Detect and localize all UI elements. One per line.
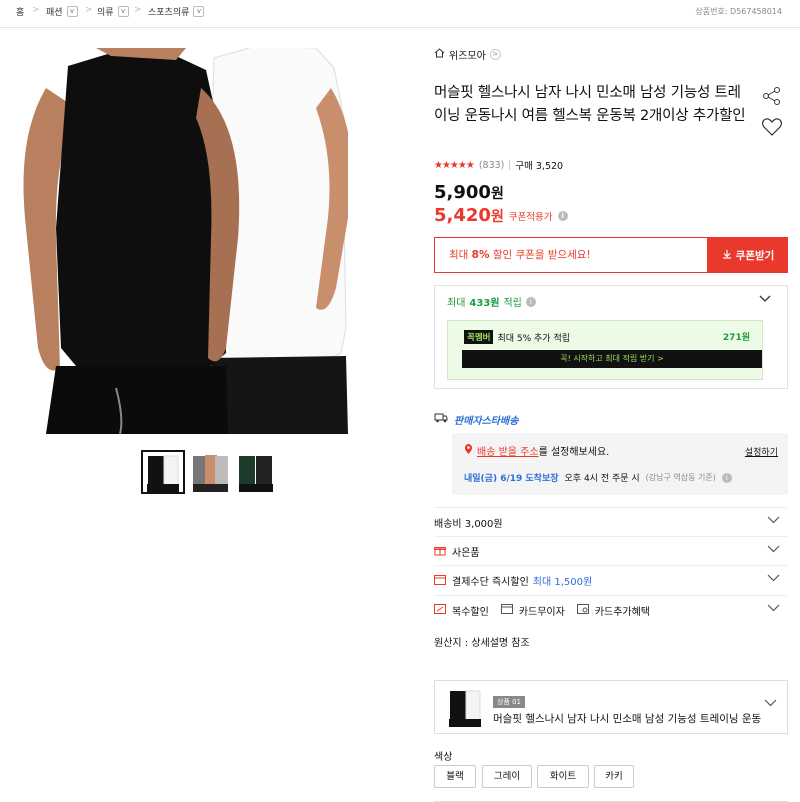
chevron-down-icon[interactable]	[764, 699, 777, 710]
card-icon	[500, 604, 513, 617]
thumbnail-1[interactable]	[141, 450, 185, 494]
gift-icon	[434, 545, 446, 559]
selected-option-box[interactable]: 상품 01 머슬핏 헬스나시 남자 나시 민소매 남성 기능성 트레이닝 운동.…	[434, 680, 788, 734]
benefits-row[interactable]: 복수할인 카드무이자 카드추가혜택	[434, 595, 788, 625]
benefit-multi-discount: 복수할인	[452, 607, 489, 618]
address-link[interactable]: 배송 받을 주소	[477, 447, 539, 458]
thumbnail-3[interactable]	[236, 452, 276, 492]
star-rating-icon: ★★★★★	[434, 159, 475, 171]
breadcrumb-home[interactable]: 홈	[16, 5, 24, 18]
coupon-price-tag: 쿠폰적용가	[508, 211, 553, 223]
benefit-card-extra: 카드추가혜택	[594, 607, 651, 618]
seller-name: 위즈모아	[449, 51, 486, 62]
delivery-guarantee: 내일(금) 6/19 도착보장 오후 4시 전 주문 시 (강남구 역삼동 기준…	[464, 471, 732, 484]
home-icon	[434, 48, 445, 61]
option-badge: 상품 01	[493, 696, 526, 708]
heart-icon[interactable]	[761, 118, 783, 140]
share-icon[interactable]	[762, 86, 782, 110]
color-option-gray[interactable]: 그레이	[482, 765, 532, 788]
thumbnail-2[interactable]	[190, 452, 230, 492]
info-icon[interactable]: i	[721, 472, 732, 483]
divider	[509, 160, 511, 170]
truck-icon	[434, 413, 448, 426]
rating-row: ★★★★★ (833) 구매 3,520	[434, 158, 564, 173]
get-coupon-button[interactable]: 쿠폰받기	[708, 237, 788, 273]
seller-store-link[interactable]: 위즈모아 >	[434, 47, 501, 62]
member-start-button[interactable]: 꼭! 시작하고 최대 적립 받기 >	[462, 350, 762, 368]
original-price: 5,900원	[434, 182, 504, 203]
chevron-down-icon[interactable]: v	[117, 6, 129, 17]
chevron-right-icon: >	[489, 49, 501, 60]
member-amount: 271원	[722, 333, 750, 343]
coupon-banner: 최대 8% 할인 쿠폰을 받으세요!	[434, 237, 708, 273]
chevron-down-icon[interactable]: v	[193, 6, 205, 17]
member-line: 꼭멤버 최대 5% 추가 적립 271원	[464, 330, 750, 344]
color-label: 색상	[434, 752, 453, 763]
calendar-icon	[434, 574, 446, 588]
option-text: 머슬핏 헬스나시 남자 나시 민소매 남성 기능성 트레이닝 운동...	[493, 713, 761, 725]
download-icon	[722, 249, 732, 262]
chevron-down-icon	[767, 516, 780, 527]
payment-discount-row[interactable]: 결제수단 즉시할인 최대 1,500원	[434, 565, 788, 595]
shipping-fee-row[interactable]: 배송비 3,000원	[434, 507, 788, 537]
gift-row[interactable]: 사은품	[434, 536, 788, 566]
product-number: 상품번호: D567458014	[695, 7, 782, 16]
points-panel: 최대 433원 적립 i 꼭멤버 최대 5% 추가 적립 271원 꼭! 시작하고 …	[434, 285, 788, 389]
member-benefit-box: 꼭멤버 최대 5% 추가 적립 271원 꼭! 시작하고 최대 적립 받기 >	[447, 320, 763, 380]
review-count[interactable]: (833)	[479, 160, 505, 171]
coupon-price: 5,420원 쿠폰적용가 i	[434, 205, 568, 226]
card-plus-icon	[576, 604, 589, 617]
info-icon[interactable]: i	[525, 296, 536, 307]
set-address-link[interactable]: 설정하기	[745, 445, 778, 458]
info-icon[interactable]: i	[557, 210, 568, 221]
breadcrumb-item-clothing[interactable]: 의류 v	[97, 5, 129, 18]
purchase-count: 구매 3,520	[515, 161, 564, 172]
option-thumbnail	[445, 687, 485, 727]
points-title: 최대 433원 적립 i	[447, 294, 536, 309]
breadcrumb: 홈 > 패션 v > 의류 v > 스포츠의류 v 상품번호: D567458014	[0, 0, 800, 28]
discount-icon	[434, 604, 446, 617]
breadcrumb-sep: >	[85, 5, 93, 15]
chevron-down-icon	[767, 574, 780, 585]
breadcrumb-sep: >	[134, 5, 142, 15]
product-main-image[interactable]	[16, 48, 348, 434]
chevron-down-icon	[767, 604, 780, 615]
chevron-down-icon[interactable]	[759, 295, 771, 306]
shipping-brand: 판매자스타배송	[434, 412, 518, 427]
chevron-down-icon	[767, 545, 780, 556]
chevron-down-icon[interactable]: v	[66, 6, 78, 17]
benefit-card-interest-free: 카드무이자	[518, 607, 565, 618]
origin-info: 원산지 : 상세설명 참조	[434, 638, 530, 649]
breadcrumb-item-fashion[interactable]: 패션 v	[46, 5, 78, 18]
payment-discount-amount: 최대 1,500원	[532, 577, 593, 588]
breadcrumb-item-sportswear[interactable]: 스포츠의류 v	[148, 5, 205, 18]
shipping-info-box: 배송 받을 주소를 설정해보세요. 설정하기 내일(금) 6/19 도착보장 오…	[452, 433, 788, 495]
location-pin-icon	[464, 443, 473, 458]
address-prompt: 배송 받을 주소를 설정해보세요.	[464, 443, 609, 458]
color-option-khaki[interactable]: 카키	[594, 765, 634, 788]
color-option-black[interactable]: 블랙	[434, 765, 476, 788]
product-title: 머슬핏 헬스나시 남자 나시 민소매 남성 기능성 트레이닝 운동나시 여름 헬…	[434, 85, 746, 124]
breadcrumb-sep: >	[32, 5, 40, 15]
color-option-white[interactable]: 화이트	[537, 765, 589, 788]
member-badge: 꼭멤버	[464, 330, 494, 344]
